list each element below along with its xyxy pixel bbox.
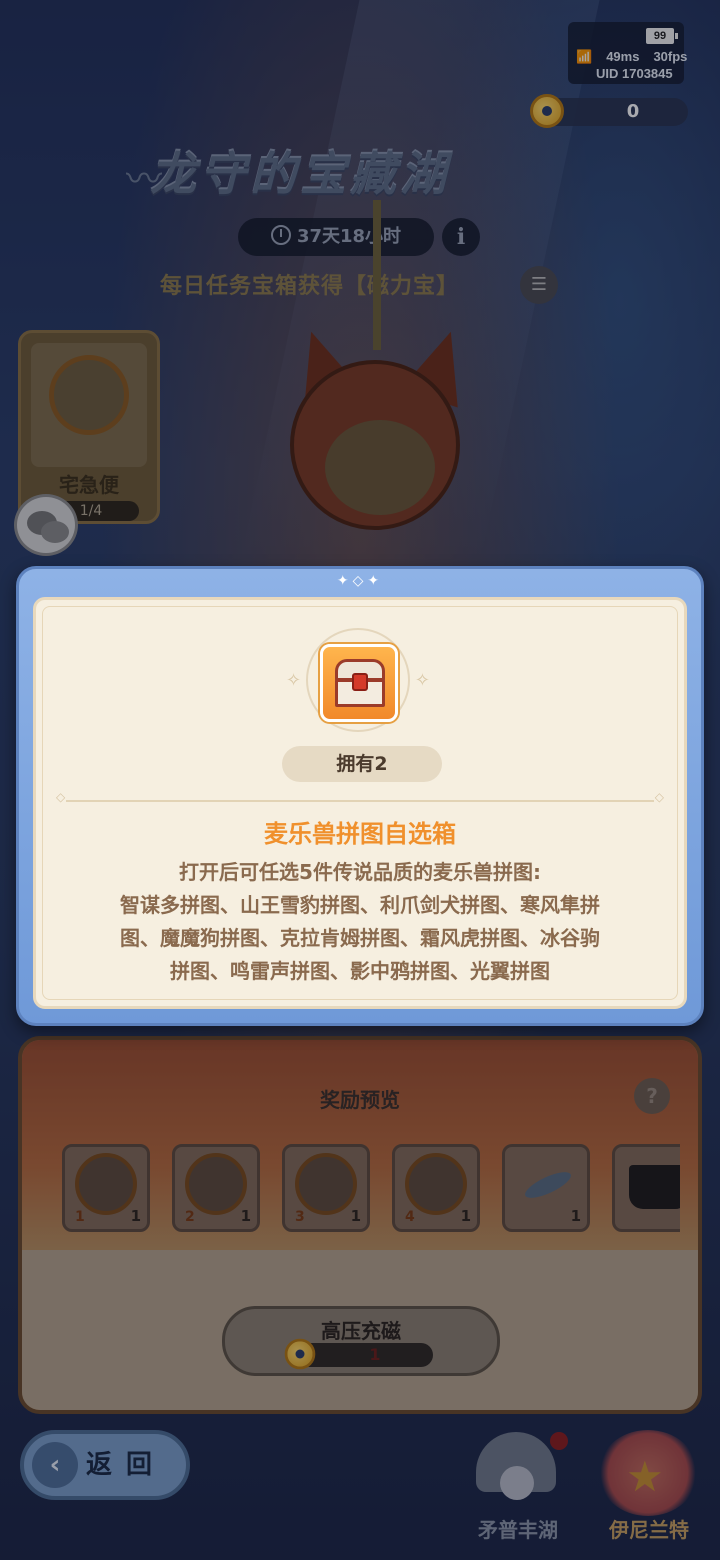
item-detail-modal: ✦◇✦ ✧ ✧ 拥有2 麦乐兽拼图自选箱 打开后可任选5件传说品质的麦乐兽拼图:… — [16, 566, 704, 1026]
sparkle-icon: ✧ — [286, 670, 302, 691]
description-line: 打开后可任选5件传说品质的麦乐兽拼图: — [179, 860, 541, 884]
sparkle-icon: ✧ — [414, 670, 430, 691]
description-line: 智谋多拼图、山王雪豹拼图、利爪剑犬拼图、寒风隼拼 — [120, 893, 600, 917]
modal-paper: ✧ ✧ 拥有2 麦乐兽拼图自选箱 打开后可任选5件传说品质的麦乐兽拼图: 智谋多… — [33, 597, 687, 1009]
item-icon-frame: ✧ ✧ — [286, 628, 430, 732]
divider — [56, 790, 664, 804]
owned-count: 拥有2 — [282, 746, 442, 782]
description-line: 拼图、鸣雷声拼图、影中鸦拼图、光翼拼图 — [170, 959, 550, 983]
description-line: 图、魔魔狗拼图、克拉肯姆拼图、霜风虎拼图、冰谷驹 — [120, 926, 600, 950]
item-name: 麦乐兽拼图自选箱 — [264, 820, 456, 848]
sparkle-ornament-icon: ✦◇✦ — [336, 573, 384, 589]
item-description: 打开后可任选5件传说品质的麦乐兽拼图: 智谋多拼图、山王雪豹拼图、利爪剑犬拼图、… — [80, 856, 640, 988]
treasure-chest-icon — [320, 644, 398, 722]
